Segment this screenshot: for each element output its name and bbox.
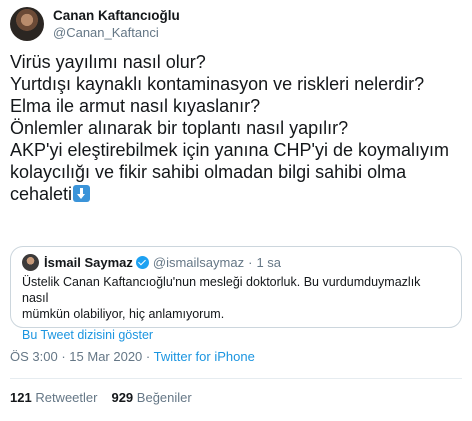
tweet-date[interactable]: 15 Mar 2020 xyxy=(69,349,142,364)
down-arrow-emoji-icon xyxy=(73,185,91,202)
tweet-text-line: cehaleti xyxy=(10,184,73,204)
tweet-text-line: Virüs yayılımı nasıl olur? xyxy=(10,52,206,72)
tweet-text-line: Elma ile armut nasıl kıyaslanır? xyxy=(10,96,261,116)
meta-separator: · xyxy=(61,349,66,364)
tweet-source-link[interactable]: Twitter for iPhone xyxy=(154,349,255,364)
meta-separator: · xyxy=(145,349,151,364)
author-handle[interactable]: @Canan_Kaftanci xyxy=(53,24,180,41)
quoted-author-name: İsmail Saymaz xyxy=(44,255,133,270)
quoted-timestamp: 1 sa xyxy=(256,255,282,270)
quoted-author-avatar xyxy=(22,254,39,271)
retweets-count: 121 xyxy=(10,390,32,405)
likes-stat[interactable]: 929 Beğeniler xyxy=(111,390,191,405)
retweets-label: Retweetler xyxy=(35,390,98,405)
likes-count: 929 xyxy=(111,390,134,405)
tweet-text-line: Önlemler alınarak bir toplantı nasıl yap… xyxy=(10,118,349,138)
tweet-meta: ÖS 3:00 · 15 Mar 2020 · Twitter for iPho… xyxy=(10,348,255,366)
quoted-tweet[interactable]: İsmail Saymaz @ismailsaymaz · 1 sa Üstel… xyxy=(10,246,462,342)
show-thread-link[interactable]: Bu Tweet dizisini göster xyxy=(22,327,450,343)
tweet-card: Canan Kaftancıoğlu @Canan_Kaftanci Virüs… xyxy=(0,0,472,421)
divider xyxy=(10,378,462,379)
verified-badge-icon xyxy=(135,256,149,269)
quoted-text-line: mümkün olabiliyor, hiç anlamıyorum. xyxy=(22,307,225,321)
likes-label: Beğeniler xyxy=(136,390,192,405)
tweet-text-last-line: cehaleti xyxy=(10,183,462,205)
tweet-stats: 121 Retweetler 929 Beğeniler xyxy=(10,389,192,407)
quoted-separator: · xyxy=(248,255,253,270)
quoted-text-line: Üstelik Canan Kaftancıoğlu'nun mesleği d… xyxy=(22,275,421,305)
author-names: Canan Kaftancıoğlu @Canan_Kaftanci xyxy=(53,7,180,41)
quoted-tweet-header: İsmail Saymaz @ismailsaymaz · 1 sa xyxy=(22,254,450,271)
tweet-text: Virüs yayılımı nasıl olur? Yurtdışı kayn… xyxy=(10,51,462,205)
quoted-author-handle: @ismailsaymaz xyxy=(152,255,245,270)
author-display-name[interactable]: Canan Kaftancıoğlu xyxy=(53,7,180,24)
tweet-text-line: kolaycılığı ve fikir sahibi olmadan bilg… xyxy=(10,162,407,182)
author-avatar[interactable] xyxy=(10,7,44,41)
tweet-text-line: Yurtdışı kaynaklı kontaminasyon ve riskl… xyxy=(10,74,425,94)
tweet-time[interactable]: ÖS 3:00 xyxy=(10,349,58,364)
tweet-text-line: AKP'yi eleştirebilmek için yanına CHP'yi… xyxy=(10,140,450,160)
quoted-tweet-text: Üstelik Canan Kaftancıoğlu'nun mesleği d… xyxy=(22,274,450,322)
retweets-stat[interactable]: 121 Retweetler xyxy=(10,390,97,405)
tweet-header: Canan Kaftancıoğlu @Canan_Kaftanci xyxy=(10,4,180,44)
